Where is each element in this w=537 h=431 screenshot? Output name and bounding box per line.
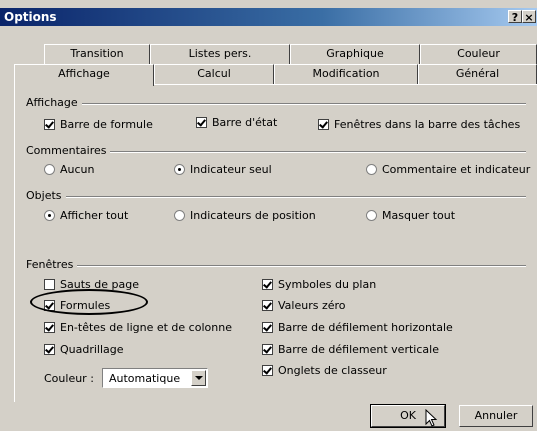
checkbox-label: Symboles du plan bbox=[278, 278, 377, 291]
checkbox-box[interactable] bbox=[44, 279, 55, 290]
checkbox-label: Barre de formule bbox=[60, 118, 153, 131]
checkbox-entetes[interactable]: En-têtes de ligne et de colonne bbox=[44, 321, 232, 334]
dialog-title: Options bbox=[4, 10, 57, 24]
tab-affichage[interactable]: Affichage bbox=[14, 64, 154, 86]
highlight-ellipse bbox=[30, 289, 148, 315]
checkbox-box[interactable] bbox=[262, 300, 273, 311]
radio-label: Masquer tout bbox=[382, 209, 456, 222]
tab-graphique[interactable]: Graphique bbox=[290, 44, 420, 64]
checkbox-label: Valeurs zéro bbox=[278, 299, 346, 312]
checkbox-defilement-horizontale[interactable]: Barre de défilement horizontale bbox=[262, 321, 453, 334]
radio-label: Indicateur seul bbox=[190, 163, 272, 176]
cancel-button[interactable]: Annuler bbox=[459, 405, 533, 427]
tab-transition[interactable]: Transition bbox=[44, 44, 150, 64]
close-button[interactable]: × bbox=[522, 10, 536, 24]
checkbox-label: Fenêtres dans la barre des tâches bbox=[334, 118, 521, 131]
tab-calcul[interactable]: Calcul bbox=[154, 64, 274, 84]
checkbox-label: En-têtes de ligne et de colonne bbox=[60, 321, 232, 334]
checkbox-label: Barre d'état bbox=[212, 116, 278, 129]
checkbox-box[interactable] bbox=[44, 322, 55, 333]
radio-indicateurs-position[interactable]: Indicateurs de position bbox=[174, 209, 316, 222]
group-label-affichage: Affichage bbox=[26, 96, 82, 109]
checkbox-box[interactable] bbox=[196, 117, 207, 128]
divider bbox=[26, 103, 526, 105]
checkbox-symboles-plan[interactable]: Symboles du plan bbox=[262, 278, 376, 291]
checkbox-box[interactable] bbox=[262, 322, 273, 333]
checkbox-box[interactable] bbox=[44, 119, 55, 130]
checkbox-box[interactable] bbox=[318, 119, 329, 130]
tab-modification[interactable]: Modification bbox=[274, 64, 418, 84]
checkbox-barre-formule[interactable]: Barre de formule bbox=[44, 118, 153, 131]
couleur-label: Couleur : bbox=[44, 372, 94, 385]
chevron-down-icon[interactable] bbox=[191, 370, 206, 386]
radio-indicateur-seul[interactable]: Indicateur seul bbox=[174, 163, 272, 176]
radio-button[interactable] bbox=[174, 164, 185, 175]
tab-general[interactable]: Général bbox=[418, 64, 537, 84]
checkbox-box[interactable] bbox=[262, 344, 273, 355]
checkbox-label: Barre de défilement horizontale bbox=[278, 321, 453, 334]
radio-masquer-tout[interactable]: Masquer tout bbox=[366, 209, 455, 222]
radio-aucun[interactable]: Aucun bbox=[44, 163, 95, 176]
tab-couleur[interactable]: Couleur bbox=[420, 44, 537, 64]
checkbox-box[interactable] bbox=[262, 365, 273, 376]
divider bbox=[26, 265, 526, 267]
title-bar[interactable]: Options ? × bbox=[0, 8, 537, 26]
radio-label: Commentaire et indicateur bbox=[382, 163, 531, 176]
tab-listes-pers[interactable]: Listes pers. bbox=[150, 44, 290, 64]
checkbox-onglets-classeur[interactable]: Onglets de classeur bbox=[262, 364, 387, 377]
radio-label: Aucun bbox=[60, 163, 95, 176]
checkbox-label: Onglets de classeur bbox=[278, 364, 387, 377]
options-dialog: Options ? × Transition Listes pers. Grap… bbox=[0, 0, 537, 431]
checkbox-defilement-verticale[interactable]: Barre de défilement verticale bbox=[262, 343, 439, 356]
checkbox-fenetres-barre-taches[interactable]: Fenêtres dans la barre des tâches bbox=[318, 118, 520, 131]
checkbox-label: Barre de défilement verticale bbox=[278, 343, 439, 356]
radio-label: Afficher tout bbox=[60, 209, 129, 222]
couleur-select[interactable]: Automatique bbox=[102, 368, 208, 388]
radio-button[interactable] bbox=[44, 210, 55, 221]
group-label-commentaires: Commentaires bbox=[26, 144, 111, 157]
radio-button[interactable] bbox=[44, 164, 55, 175]
checkbox-barre-etat[interactable]: Barre d'état bbox=[196, 116, 277, 129]
radio-commentaire-indicateur[interactable]: Commentaire et indicateur bbox=[366, 163, 530, 176]
checkbox-valeurs-zero[interactable]: Valeurs zéro bbox=[262, 299, 346, 312]
checkbox-box[interactable] bbox=[262, 279, 273, 290]
radio-afficher-tout[interactable]: Afficher tout bbox=[44, 209, 128, 222]
checkbox-box[interactable] bbox=[44, 344, 55, 355]
divider bbox=[26, 196, 526, 198]
radio-label: Indicateurs de position bbox=[190, 209, 316, 222]
checkbox-quadrillage[interactable]: Quadrillage bbox=[44, 343, 124, 356]
radio-button[interactable] bbox=[174, 210, 185, 221]
radio-button[interactable] bbox=[366, 164, 377, 175]
radio-button[interactable] bbox=[366, 210, 377, 221]
help-button[interactable]: ? bbox=[508, 10, 522, 24]
couleur-value: Automatique bbox=[109, 372, 181, 385]
mouse-cursor-icon bbox=[425, 409, 438, 427]
checkbox-label: Quadrillage bbox=[60, 343, 124, 356]
group-label-objets: Objets bbox=[26, 189, 66, 202]
group-label-fenetres: Fenêtres bbox=[26, 258, 78, 271]
